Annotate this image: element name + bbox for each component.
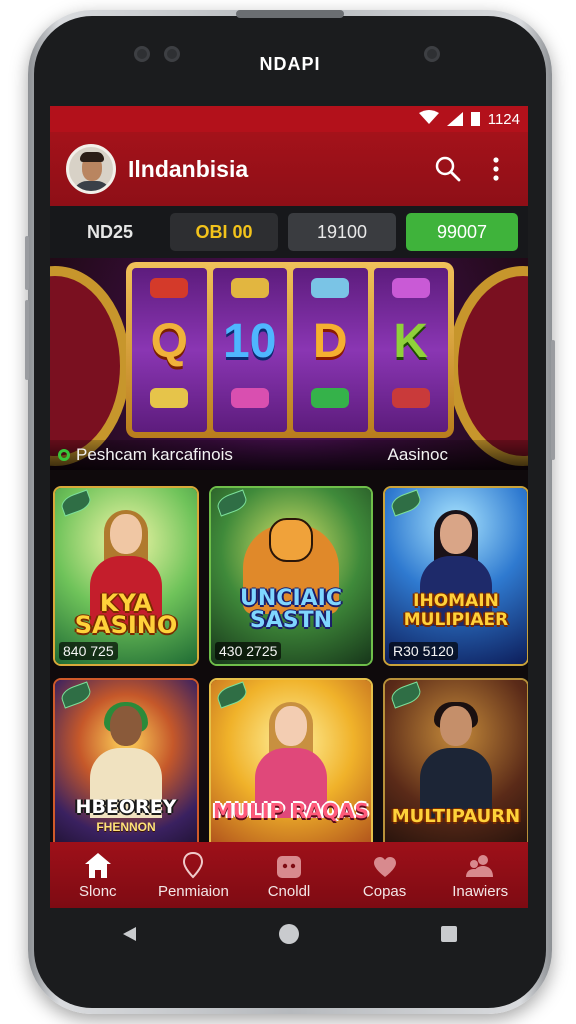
- slot-reel: K: [373, 268, 448, 432]
- game-title: KYA SASINO: [74, 589, 178, 639]
- more-vert-icon[interactable]: [478, 151, 514, 187]
- game-card[interactable]: KYA SASINO 840 725: [53, 486, 199, 666]
- banner-caption-right: Aasinoc: [387, 445, 448, 464]
- battery-icon: [470, 112, 480, 126]
- recents-icon[interactable]: [440, 925, 458, 948]
- nav-item-controller[interactable]: Cnoldl: [243, 851, 335, 900]
- device-brand: NDAPI: [259, 54, 321, 74]
- nav-label: Copas: [362, 882, 407, 900]
- roulette-wheel-left: [50, 266, 130, 466]
- game-card[interactable]: MULIP RAQAS: [209, 678, 373, 858]
- nav-label: Penmiaion: [157, 882, 229, 900]
- reel-symbol: 10: [223, 315, 277, 368]
- game-card[interactable]: MULTIPAURN: [383, 678, 528, 858]
- game-count: 430 2725: [215, 642, 282, 660]
- back-icon[interactable]: [120, 925, 138, 948]
- avatar[interactable]: [66, 144, 116, 194]
- system-navigation: [50, 914, 528, 958]
- reel-symbol: D: [312, 315, 348, 368]
- game-count: R30 5120: [389, 642, 458, 660]
- banner-caption-left: Peshcam karcafinois: [76, 445, 233, 464]
- game-title: MULIP RAQAS: [213, 799, 369, 823]
- game-character: [420, 702, 492, 818]
- game-card[interactable]: IHOMAIN MULIPIAER R30 5120: [383, 486, 528, 666]
- nav-item-favorites[interactable]: Copas: [339, 851, 431, 900]
- nav-item-location[interactable]: Penmiaion: [147, 851, 239, 900]
- tab-19100[interactable]: 19100: [288, 213, 396, 251]
- game-count: 840 725: [59, 642, 118, 660]
- search-icon[interactable]: [430, 151, 466, 187]
- game-subtitle: FHENNON: [96, 820, 156, 834]
- game-title: IHOMAIN MULIPIAER: [403, 591, 509, 630]
- bottom-navigation: Slonc Penmiaion Cnoldl Copas Inawiers: [50, 842, 528, 908]
- location-pin-icon: [182, 851, 204, 879]
- volume-button: [25, 236, 29, 290]
- game-title: MULTIPAURN: [391, 806, 521, 827]
- users-icon: [465, 851, 495, 879]
- home-circle-icon[interactable]: [278, 923, 300, 950]
- slot-reel: D: [293, 268, 368, 432]
- volume-button: [25, 300, 29, 380]
- nav-item-home[interactable]: Slonc: [52, 851, 144, 900]
- reel-symbol: K: [393, 315, 429, 368]
- game-title: UNCIAIC SASTN: [240, 586, 342, 633]
- roulette-wheel-right: [448, 266, 528, 466]
- app-bar: Ilndanbisia: [50, 132, 528, 206]
- nav-item-users[interactable]: Inawiers: [434, 851, 526, 900]
- banner-caption-left-wrap: Peshcam karcafinois: [58, 445, 233, 465]
- app-title: Ilndanbisia: [128, 155, 249, 182]
- heart-icon: [372, 851, 398, 879]
- status-time: 1124: [487, 110, 520, 128]
- slot-reel: Q: [132, 268, 207, 432]
- slot-reels: Q 10 D K: [126, 262, 454, 438]
- featured-slot-banner[interactable]: Q 10 D K Peshcam karcafinois Aasinoc: [50, 258, 528, 470]
- game-card[interactable]: UNCIAIC SASTN 430 2725: [209, 486, 373, 666]
- online-dot-icon: [58, 449, 70, 461]
- banner-caption: Peshcam karcafinois Aasinoc: [50, 440, 528, 470]
- power-button: [551, 340, 555, 460]
- tab-nd25[interactable]: ND25: [60, 213, 160, 251]
- phone-speaker: [236, 10, 344, 18]
- game-grid: KYA SASINO 840 725 UNCIAIC SASTN 430 272…: [50, 482, 528, 858]
- nav-label: Cnoldl: [267, 882, 311, 900]
- reel-symbol: Q: [150, 315, 188, 368]
- signal-icon: [446, 112, 463, 126]
- app-screen: 1124 Ilndanbisia ND25 OBI 00 19100 99007…: [50, 106, 528, 908]
- home-icon: [83, 851, 113, 879]
- balance-tabs: ND25 OBI 00 19100 99007: [50, 206, 528, 258]
- game-card[interactable]: HBEOREY FHENNON: [53, 678, 199, 858]
- nav-label: Slonc: [79, 882, 117, 900]
- wifi-icon: [418, 110, 439, 128]
- game-title: HBEOREY: [75, 796, 177, 818]
- nav-label: Inawiers: [452, 882, 509, 900]
- status-bar: 1124: [50, 106, 528, 132]
- slot-reel: 10: [212, 268, 287, 432]
- tab-obi[interactable]: OBI 00: [170, 213, 278, 251]
- tab-99007[interactable]: 99007: [406, 213, 518, 251]
- controller-icon: [276, 851, 302, 879]
